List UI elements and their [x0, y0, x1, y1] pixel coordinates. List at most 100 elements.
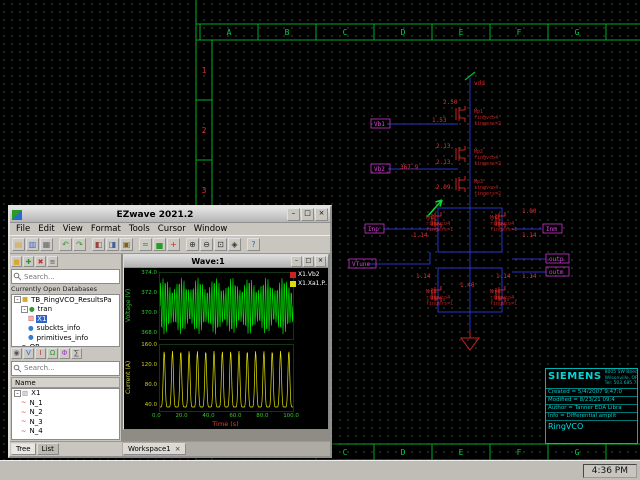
menu-tools[interactable]: Tools: [125, 224, 154, 234]
info-line: Info = Differential amplit: [546, 413, 637, 421]
copy-icon[interactable]: ◨: [106, 238, 119, 251]
legend-entry[interactable]: X1.Vb2: [290, 270, 327, 279]
menu-window[interactable]: Window: [190, 224, 232, 234]
schematic-label: 1.14: [522, 273, 537, 280]
expander-icon[interactable]: -: [21, 306, 28, 313]
tree-item-n-3[interactable]: ~N_3: [12, 417, 119, 427]
minimize-button[interactable]: –: [287, 208, 300, 221]
expander-icon[interactable]: -: [14, 390, 21, 397]
redo-icon[interactable]: ↷: [73, 238, 86, 251]
waveform-trace: [160, 351, 293, 407]
name-column-header[interactable]: Name: [11, 377, 120, 388]
menu-file[interactable]: File: [12, 224, 34, 234]
wave-maximize-button[interactable]: □: [303, 256, 314, 267]
author-line: Author = Tanner EDA Libra: [546, 405, 637, 413]
search-icon: [13, 272, 22, 281]
database-search[interactable]: [11, 269, 120, 284]
tree-item-n-4[interactable]: ~N_4: [12, 427, 119, 437]
legend-marker-icon: [290, 281, 296, 287]
current-filter-icon[interactable]: I: [35, 348, 46, 359]
schematic-label: fingers=1: [490, 227, 517, 233]
ezwave-window: EZwave 2021.2 – □ × FileEditViewFormatTo…: [8, 205, 332, 458]
add-waveform-icon[interactable]: ≈: [139, 238, 152, 251]
ruler-number: 1: [202, 66, 207, 75]
voltage-plot[interactable]: [159, 272, 294, 340]
ezwave-app-icon: [12, 210, 22, 220]
chart-icon[interactable]: ▅: [153, 238, 166, 251]
ruler-letter: F: [517, 28, 522, 37]
schematic-label: 2.09: [436, 184, 451, 191]
tree-item-x1[interactable]: -▥X1: [12, 389, 119, 399]
folder-icon: ■: [22, 296, 28, 303]
zoom-out-icon[interactable]: ⊖: [200, 238, 213, 251]
close-button[interactable]: ×: [315, 208, 328, 221]
probe-icon[interactable]: ◉: [11, 348, 22, 359]
search-icon: [13, 364, 22, 373]
schematic-label: fingers=1: [490, 301, 517, 307]
expression-icon[interactable]: ∑: [71, 348, 82, 359]
tab-list[interactable]: List: [37, 443, 59, 455]
print-icon[interactable]: ▦: [40, 238, 53, 251]
zoom-fit-icon[interactable]: ⊡: [214, 238, 227, 251]
tree-item-tran[interactable]: -●tran: [12, 305, 119, 315]
menu-edit[interactable]: Edit: [34, 224, 58, 234]
tree-item-tb-ringvco-resultspa[interactable]: -■TB_RingVCO_ResultsPa: [12, 295, 119, 305]
company-address: 8005 SW Boeckman Rd Wilsonville, OR 9707…: [604, 369, 637, 388]
database-icon: ●: [28, 334, 34, 341]
close-database-icon[interactable]: ✖: [35, 256, 46, 267]
open-database-icon[interactable]: ■: [11, 256, 22, 267]
menu-format[interactable]: Format: [87, 224, 125, 234]
time-axis-label: Time (s): [159, 420, 292, 428]
menu-view[interactable]: View: [59, 224, 87, 234]
menu-cursor[interactable]: Cursor: [154, 224, 190, 234]
wave-titlebar[interactable]: Wave:1 – □ ×: [124, 255, 328, 268]
tab-tree[interactable]: Tree: [11, 443, 36, 455]
modified-line: Modified = 8/23/21 09:4: [546, 397, 637, 405]
impedance-filter-icon[interactable]: Ω: [47, 348, 58, 359]
voltage-tick: 374.0: [132, 270, 157, 276]
schematic-label: 367.9: [400, 164, 418, 171]
cut-icon[interactable]: ◧: [92, 238, 105, 251]
signal-toolbar: ◉VIΩΦ∑: [11, 347, 120, 360]
wave-close-button[interactable]: ×: [315, 256, 326, 267]
add-database-icon[interactable]: ✚: [23, 256, 34, 267]
zoom-in-icon[interactable]: ⊕: [186, 238, 199, 251]
tree-item-n-2[interactable]: ~N_2: [12, 408, 119, 418]
expander-icon[interactable]: -: [14, 296, 21, 303]
ruler-letter: G: [575, 28, 580, 37]
ground-symbol: [461, 330, 479, 350]
database-search-input[interactable]: [22, 272, 118, 282]
paste-icon[interactable]: ▣: [120, 238, 133, 251]
wave-minimize-button[interactable]: –: [291, 256, 302, 267]
ezwave-titlebar[interactable]: EZwave 2021.2 – □ ×: [10, 207, 330, 223]
workspace-tab[interactable]: Workspace1 ×: [123, 443, 186, 455]
tree-item-n-1[interactable]: ~N_1: [12, 398, 119, 408]
legend-entry[interactable]: X1.Xa1.P..: [290, 279, 327, 288]
port-label-outp: outp: [549, 256, 564, 263]
workspace-close-icon[interactable]: ×: [175, 445, 181, 453]
cursor-tool-icon[interactable]: +: [167, 238, 180, 251]
open-icon[interactable]: ▤: [12, 238, 25, 251]
wave-plot-area[interactable]: Voltage (V) Current (A) 0.020.040.060.08…: [124, 268, 328, 429]
tree-item-x1[interactable]: ▥X1: [12, 314, 119, 324]
phase-filter-icon[interactable]: Φ: [59, 348, 70, 359]
current-plot[interactable]: [159, 344, 294, 412]
database-options-icon[interactable]: ≡: [47, 256, 58, 267]
tree-item-subckts-info[interactable]: ●subckts_info: [12, 324, 119, 334]
main-toolbar: ▤▥▦ ↶↷ ◧◨▣ ≈▅+ ⊕⊖⊡◈?: [10, 235, 330, 254]
signal-search[interactable]: [11, 361, 120, 376]
signal-search-input[interactable]: [22, 363, 118, 373]
time-tick: 100.0: [283, 413, 299, 419]
signal-wave-icon: ~: [21, 418, 26, 425]
taskbar[interactable]: 4:36 PM: [0, 460, 640, 480]
voltage-filter-icon[interactable]: V: [23, 348, 34, 359]
pan-icon[interactable]: ◈: [228, 238, 241, 251]
maximize-button[interactable]: □: [301, 208, 314, 221]
help-icon[interactable]: ?: [247, 238, 260, 251]
save-icon[interactable]: ▥: [26, 238, 39, 251]
signal-wave-icon: ~: [21, 428, 26, 435]
schematic-label: fingers=1: [426, 301, 453, 307]
undo-icon[interactable]: ↶: [59, 238, 72, 251]
tree-item-primitives-info[interactable]: ●primitives_info: [12, 333, 119, 343]
schematic-label: 1.00: [522, 208, 537, 215]
